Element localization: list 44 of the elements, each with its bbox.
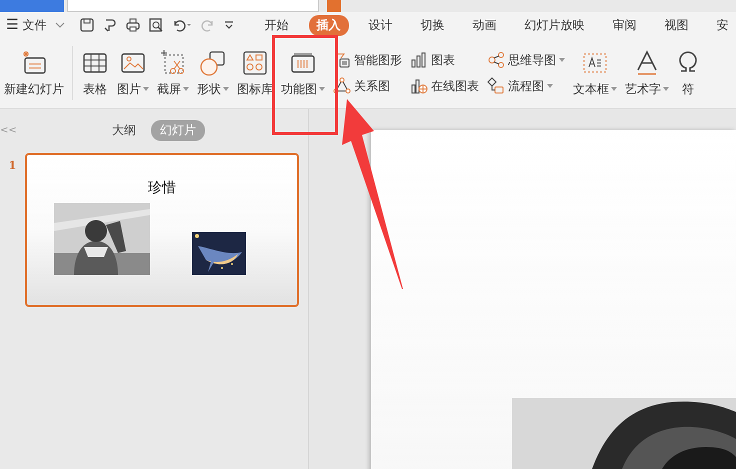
chart-globe-icon [410,77,428,95]
word-art-button[interactable]: 艺术字 [621,48,673,98]
shapes-button[interactable]: 形状 [193,48,233,98]
file-menu-button[interactable]: ☰ 文件 [0,16,65,34]
table-button[interactable]: 表格 [77,48,113,98]
slide-thumbnail[interactable]: 珍惜 [25,153,299,307]
new-slide-icon [20,48,48,76]
slide-number: 1 [8,159,18,172]
view-tab[interactable]: 大纲 [103,120,145,140]
screenshot-button[interactable]: 截屏 [153,48,193,98]
ribbon-tab[interactable]: 设计 [360,14,401,36]
ribbon-tab[interactable]: 幻灯片放映 [516,14,593,36]
shapes-grid-icon [241,48,269,76]
ribbon-tab[interactable]: 动画 [464,14,505,36]
cycle-icon [333,77,351,95]
symbol-button[interactable]: 符 [673,48,703,98]
ribbon-tab[interactable]: 开始 [256,14,297,36]
chevron-icon [54,22,65,28]
preview-icon[interactable] [148,17,164,33]
slide-canvas[interactable] [371,130,736,469]
icon-library-button[interactable]: 图标库 [233,48,277,98]
relation-button[interactable]: 关系图 [331,76,404,96]
online-chart-button[interactable]: 在线图表 [408,76,481,96]
brush-icon[interactable] [102,17,118,33]
scissors-icon [159,48,187,76]
new-slide-button[interactable]: 新建幻灯片 [0,48,68,98]
smart-art-button[interactable]: 智能图形 [331,50,404,70]
print-icon[interactable] [124,17,141,33]
bar-chart-icon [410,51,428,69]
nodes-icon [487,51,505,69]
flowchart-icon [487,77,505,95]
slide-title: 珍惜 [147,179,177,197]
chart-button[interactable]: 图表 [408,50,481,70]
ribbon-tab[interactable]: 安 [708,14,736,36]
function-chart-button[interactable]: 功能图 [277,48,329,98]
shapes-icon [199,48,227,76]
ribbon-tab[interactable]: 审阅 [604,14,645,36]
mind-map-button[interactable]: 思维导图 [485,50,567,70]
text-box-button[interactable]: 文本框 [569,48,621,98]
flowchart-button[interactable]: 流程图 [485,76,567,96]
save-icon[interactable] [78,17,95,33]
ribbon-tab[interactable]: 切换 [412,14,453,36]
ribbon-tab[interactable]: 视图 [656,14,697,36]
picture-button[interactable]: 图片 [113,48,153,98]
